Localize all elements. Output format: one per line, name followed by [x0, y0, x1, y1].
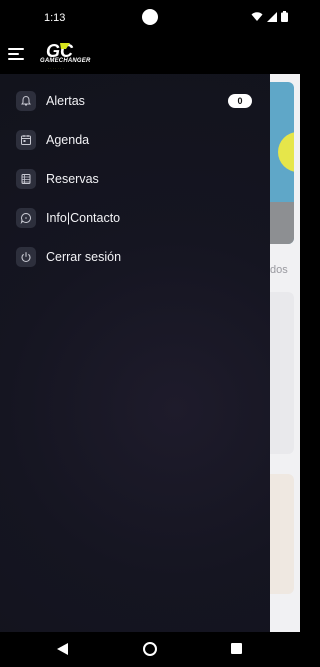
booking-icon — [16, 169, 36, 189]
bell-icon — [16, 91, 36, 111]
battery-icon — [281, 11, 288, 22]
navigation-drawer: Alertas 0 Agenda Reservas Info|Contacto … — [0, 74, 270, 632]
drawer-item-label: Reservas — [46, 172, 99, 186]
background-section-label: dos — [270, 264, 288, 276]
drawer-item-label: Alertas — [46, 94, 85, 108]
status-icons — [251, 11, 288, 22]
calendar-icon — [16, 130, 36, 150]
alert-count-badge: 0 — [228, 94, 252, 108]
back-icon[interactable] — [57, 643, 68, 655]
drawer-item-label: Cerrar sesión — [46, 250, 122, 264]
background-card — [270, 474, 294, 594]
menu-line — [8, 48, 24, 50]
wifi-icon — [251, 11, 263, 21]
menu-line — [8, 58, 24, 60]
camera-cutout — [142, 9, 158, 25]
drawer-item-alertas[interactable]: Alertas 0 — [16, 89, 256, 113]
status-time: 1:13 — [44, 12, 66, 24]
brand-tagline: · · · · · · · — [48, 66, 64, 70]
home-icon[interactable] — [143, 642, 157, 656]
drawer-item-label: Info|Contacto — [46, 211, 121, 225]
background-card — [270, 82, 294, 244]
app-screen: 1:13 GC GAMECHANGER · · · · · · · dos Al… — [0, 0, 300, 667]
menu-button[interactable] — [8, 48, 24, 62]
drawer-item-reservas[interactable]: Reservas — [16, 167, 256, 191]
recents-icon[interactable] — [231, 643, 242, 654]
drawer-item-info-contacto[interactable]: Info|Contacto — [16, 206, 256, 230]
drawer-item-agenda[interactable]: Agenda — [16, 128, 256, 152]
card-image-sun — [278, 132, 294, 172]
signal-icon — [267, 11, 277, 22]
brand-name: GAMECHANGER — [40, 58, 91, 64]
menu-line — [8, 53, 19, 55]
status-bar: 1:13 — [0, 0, 300, 38]
drawer-item-label: Agenda — [46, 133, 90, 147]
drawer-item-cerrar-sesion[interactable]: Cerrar sesión — [16, 245, 256, 269]
system-nav-bar — [0, 632, 300, 667]
power-icon — [16, 247, 36, 267]
app-header: GC GAMECHANGER · · · · · · · — [0, 38, 300, 74]
chat-icon — [16, 208, 36, 228]
background-card — [270, 292, 294, 454]
card-image-ground — [270, 202, 294, 244]
